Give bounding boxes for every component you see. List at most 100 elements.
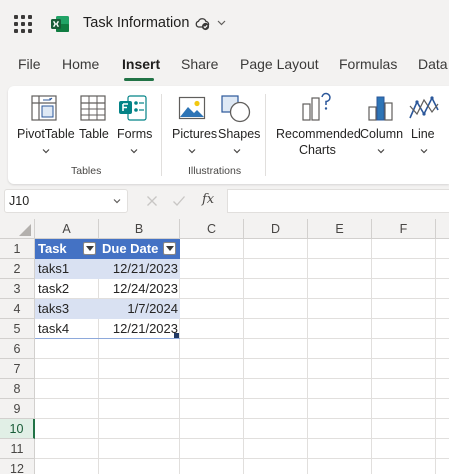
worksheet-grid[interactable]: A B C D E F 1 2 3 4 5 6 7 8 9 10 11 12 T… bbox=[0, 219, 449, 474]
table-cell-due-date[interactable]: 1/7/2024 bbox=[99, 299, 180, 319]
tab-page-layout[interactable]: Page Layout bbox=[240, 56, 319, 72]
table-cell-task[interactable]: task2 bbox=[35, 279, 99, 299]
row-header-5[interactable]: 5 bbox=[0, 319, 35, 339]
excel-logo-icon bbox=[51, 16, 69, 32]
table-header-task[interactable]: Task bbox=[35, 239, 99, 259]
group-label-tables: Tables bbox=[71, 165, 102, 177]
pivottable-icon bbox=[31, 95, 57, 121]
row-header-4[interactable]: 4 bbox=[0, 299, 35, 319]
gridline bbox=[35, 418, 449, 419]
menu-tabs: File Home Insert Share Page Layout Formu… bbox=[0, 50, 449, 81]
tab-insert[interactable]: Insert bbox=[122, 56, 160, 72]
line-chart-button[interactable]: Line bbox=[406, 92, 446, 160]
select-all-icon bbox=[19, 224, 31, 236]
table-cell-task[interactable]: task4 bbox=[35, 319, 99, 339]
column-header-f[interactable]: F bbox=[372, 219, 436, 239]
column-header-g[interactable] bbox=[436, 219, 449, 239]
gridline bbox=[35, 358, 449, 359]
table-icon bbox=[80, 95, 106, 121]
column-chart-label: Column bbox=[360, 127, 404, 141]
row-header-6[interactable]: 6 bbox=[0, 339, 35, 359]
row-header-11[interactable]: 11 bbox=[0, 439, 35, 459]
table-header-due-date[interactable]: Due Date bbox=[99, 239, 180, 259]
gridline bbox=[35, 458, 449, 459]
chevron-down-icon[interactable] bbox=[112, 196, 122, 206]
pivottable-button[interactable]: PivotTable bbox=[14, 92, 76, 160]
gridline bbox=[35, 378, 449, 379]
pictures-icon bbox=[178, 96, 206, 120]
chevron-down-icon[interactable] bbox=[130, 147, 138, 155]
filter-dropdown-icon[interactable] bbox=[163, 242, 176, 255]
app-launcher-icon[interactable] bbox=[14, 15, 32, 33]
ribbon-divider bbox=[265, 94, 266, 176]
table-cell-due-date[interactable]: 12/24/2023 bbox=[99, 279, 180, 299]
recommended-charts-icon bbox=[302, 92, 331, 121]
document-title[interactable]: Task Information bbox=[83, 15, 189, 31]
table-button[interactable]: Table bbox=[76, 92, 112, 160]
select-all-button[interactable] bbox=[0, 219, 35, 239]
active-tab-indicator bbox=[124, 78, 154, 81]
formula-input[interactable] bbox=[227, 189, 449, 213]
chevron-down-icon[interactable] bbox=[216, 17, 227, 28]
table-header-due-date-label: Due Date bbox=[102, 241, 159, 256]
table-cell-task[interactable]: taks3 bbox=[35, 299, 99, 319]
row-header-9[interactable]: 9 bbox=[0, 399, 35, 419]
column-header-b[interactable]: B bbox=[99, 219, 180, 239]
tab-data[interactable]: Data bbox=[418, 56, 448, 72]
row-header-8[interactable]: 8 bbox=[0, 379, 35, 399]
formula-bar: J10 fx bbox=[0, 187, 449, 215]
column-header-a[interactable]: A bbox=[35, 219, 99, 239]
tab-file[interactable]: File bbox=[18, 56, 41, 72]
gridline bbox=[35, 398, 449, 399]
column-header-c[interactable]: C bbox=[180, 219, 244, 239]
group-label-illustrations: Illustrations bbox=[188, 165, 242, 177]
row-header-10[interactable]: 10 bbox=[0, 419, 35, 439]
shapes-button[interactable]: Shapes bbox=[216, 92, 261, 160]
insert-function-icon[interactable]: fx bbox=[202, 192, 214, 207]
row-header-12[interactable]: 12 bbox=[0, 459, 35, 474]
filter-dropdown-icon[interactable] bbox=[83, 242, 96, 255]
recommended-charts-button[interactable]: Recommended Charts bbox=[274, 92, 361, 162]
chevron-down-icon[interactable] bbox=[188, 147, 196, 155]
recommended-charts-label-2: Charts bbox=[299, 143, 336, 157]
tab-formulas[interactable]: Formulas bbox=[339, 56, 397, 72]
checkmark-icon[interactable] bbox=[172, 195, 186, 207]
shapes-label: Shapes bbox=[218, 127, 261, 141]
table-label: Table bbox=[79, 127, 109, 141]
pictures-button[interactable]: Pictures bbox=[168, 92, 218, 160]
column-chart-button[interactable]: Column bbox=[358, 92, 404, 160]
shapes-icon bbox=[221, 95, 251, 123]
column-header-d[interactable]: D bbox=[244, 219, 308, 239]
cancel-icon[interactable] bbox=[146, 195, 158, 207]
chevron-down-icon[interactable] bbox=[377, 147, 385, 155]
table-cell-due-date[interactable]: 12/21/2023 bbox=[99, 259, 180, 279]
cloud-saved-icon[interactable] bbox=[194, 15, 211, 32]
line-chart-label: Line bbox=[411, 127, 435, 141]
row-header-1[interactable]: 1 bbox=[0, 239, 35, 259]
table-cell-due-date[interactable]: 12/21/2023 bbox=[99, 319, 180, 339]
forms-icon bbox=[119, 95, 147, 121]
forms-label: Forms bbox=[117, 127, 153, 141]
tab-home[interactable]: Home bbox=[62, 56, 99, 72]
tab-share[interactable]: Share bbox=[181, 56, 218, 72]
name-box-value: J10 bbox=[9, 194, 30, 208]
name-box[interactable]: J10 bbox=[4, 189, 128, 213]
recommended-charts-label: Recommended bbox=[276, 127, 361, 141]
row-header-7[interactable]: 7 bbox=[0, 359, 35, 379]
column-header-e[interactable]: E bbox=[308, 219, 372, 239]
gridline bbox=[35, 438, 449, 439]
chevron-down-icon[interactable] bbox=[233, 147, 241, 155]
title-bar: Task Information bbox=[0, 0, 449, 48]
table-resize-handle[interactable] bbox=[174, 333, 179, 338]
column-chart-icon bbox=[368, 96, 393, 121]
table-border bbox=[35, 338, 180, 339]
row-header-3[interactable]: 3 bbox=[0, 279, 35, 299]
pictures-label: Pictures bbox=[172, 127, 218, 141]
forms-button[interactable]: Forms bbox=[112, 92, 156, 160]
row-header-2[interactable]: 2 bbox=[0, 259, 35, 279]
chevron-down-icon[interactable] bbox=[42, 147, 50, 155]
table-cell-task[interactable]: taks1 bbox=[35, 259, 99, 279]
formula-buttons: fx bbox=[132, 189, 224, 213]
chevron-down-icon[interactable] bbox=[420, 147, 428, 155]
line-chart-icon bbox=[409, 96, 439, 119]
